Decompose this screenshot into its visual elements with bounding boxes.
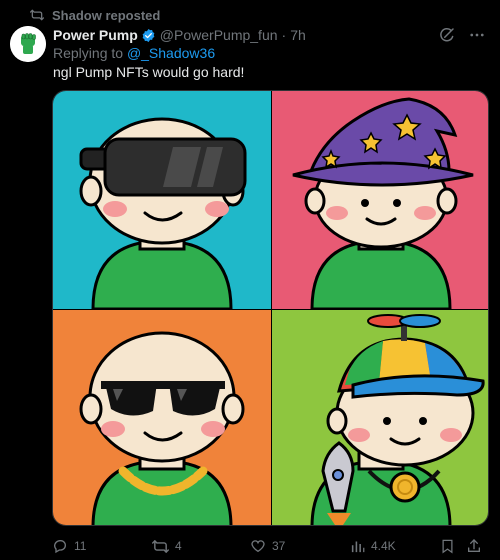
- nft-tile-propeller[interactable]: [272, 310, 489, 526]
- share-icon: [468, 539, 480, 552]
- replying-mention[interactable]: @_Shadow36: [127, 45, 215, 61]
- share-button[interactable]: [466, 538, 486, 554]
- grok-icon[interactable]: [438, 26, 456, 44]
- nft-tile-vr[interactable]: [53, 91, 271, 311]
- separator-dot: ·: [281, 27, 287, 43]
- display-name[interactable]: Power Pump: [53, 27, 138, 43]
- replying-prefix: Replying to: [53, 45, 124, 61]
- avatar[interactable]: [10, 26, 46, 62]
- repost-action-icon: [152, 539, 169, 553]
- replying-to: Replying to @_Shadow36: [53, 45, 215, 61]
- fist-logo-icon: [10, 26, 46, 62]
- repost-label: Shadow reposted: [52, 7, 161, 23]
- bookmark-button[interactable]: [440, 538, 466, 554]
- tweet-text: ngl Pump NFTs would go hard!: [53, 64, 245, 80]
- more-options-icon[interactable]: [468, 26, 486, 44]
- reply-icon: [53, 540, 66, 554]
- bookmark-icon: [442, 539, 453, 554]
- media-image[interactable]: [52, 90, 489, 526]
- timestamp[interactable]: 7h: [290, 27, 306, 43]
- nft-tile-wizard[interactable]: [272, 91, 489, 311]
- top-actions: [438, 26, 486, 44]
- views-button[interactable]: 4.4K: [350, 539, 440, 554]
- repost-button[interactable]: 4: [152, 538, 250, 555]
- repost-icon: [30, 9, 44, 21]
- author-row: Power Pump @PowerPump_fun · 7h: [53, 26, 306, 44]
- reply-button[interactable]: 11: [52, 538, 152, 554]
- heart-icon: [251, 540, 265, 553]
- verified-badge-icon: [141, 28, 156, 43]
- like-button[interactable]: 37: [250, 538, 350, 554]
- like-count: 37: [272, 539, 286, 553]
- repost-header[interactable]: Shadow reposted: [30, 6, 160, 24]
- view-count: 4.4K: [371, 539, 396, 553]
- repost-count: 4: [175, 539, 182, 553]
- handle[interactable]: @PowerPump_fun: [160, 27, 278, 43]
- reply-count: 11: [74, 539, 87, 553]
- action-bar: 11 4 37 4.4K: [52, 536, 486, 556]
- analytics-icon: [351, 541, 365, 552]
- nft-tile-sunglasses[interactable]: [53, 310, 271, 526]
